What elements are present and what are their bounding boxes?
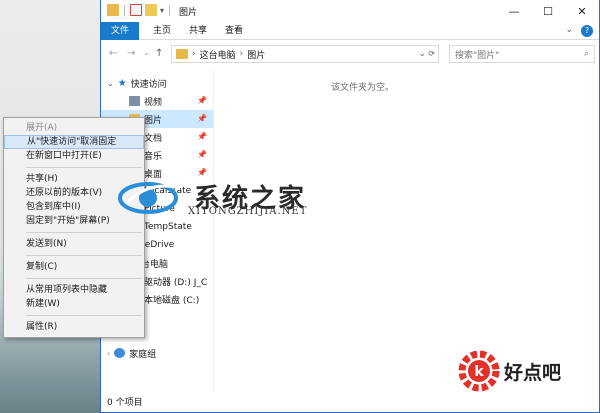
status-bar-count: 0 个项目 [107, 398, 143, 408]
tab-share[interactable]: 共享 [189, 22, 207, 40]
tab-home[interactable]: 主页 [153, 22, 171, 40]
pin-icon: 📌 [197, 114, 207, 123]
menu-separator [26, 167, 142, 168]
menu-item-expand[interactable]: 展开(A) [4, 121, 144, 135]
folder-icon [107, 4, 119, 16]
breadcrumb-this-pc[interactable]: 这台电脑 [200, 48, 236, 61]
homegroup-icon [114, 348, 126, 358]
star-icon: ★ [117, 77, 127, 89]
search-icon: ⌕ [583, 49, 589, 59]
minimize-button[interactable]: — [497, 0, 531, 22]
xitongzhijia-logo-icon [118, 182, 181, 214]
forward-button[interactable]: → [127, 48, 135, 59]
menu-item-copy[interactable]: 复制(C) [4, 260, 144, 274]
pin-icon: 📌 [197, 132, 207, 141]
nav-item-videos[interactable]: 视频 [129, 92, 162, 110]
watermark-haodianba: k 好点吧 [456, 348, 561, 394]
title-bar: ▾ 图片 — ☐ ✕ [101, 0, 599, 22]
help-icon[interactable]: ? [581, 25, 593, 37]
properties-icon[interactable] [130, 4, 142, 16]
tab-file[interactable]: 文件 [101, 22, 139, 40]
address-row: ← → ⌄ ↑ › 这台电脑 › 图片 ⌄ ⟳ 搜索"图片" ⌕ [101, 41, 599, 67]
pin-icon: 📌 [197, 96, 207, 105]
address-bar[interactable]: › 这台电脑 › 图片 [171, 45, 439, 63]
menu-item-new[interactable]: 新建(W) [4, 297, 144, 311]
menu-item-send-to[interactable]: 发送到(N) [4, 237, 144, 251]
menu-separator [26, 232, 142, 233]
pin-icon: 📌 [197, 150, 207, 159]
chevron-right-icon: › [107, 348, 111, 358]
recent-locations-icon[interactable]: ⌄ [143, 48, 150, 57]
video-icon [129, 96, 140, 106]
window-title: 图片 [179, 8, 198, 18]
svg-text:k: k [474, 364, 484, 380]
new-folder-icon[interactable] [145, 4, 157, 16]
menu-separator [26, 255, 142, 256]
watermark-subtitle: XITONGZHIJIA.NET [188, 206, 308, 217]
context-menu: 展开(A) 从"快速访问"取消固定 在新窗口中打开(E) 共享(H) 还原以前的… [3, 117, 145, 338]
menu-separator [26, 278, 142, 279]
close-button[interactable]: ✕ [565, 0, 599, 22]
menu-item-properties[interactable]: 属性(R) [4, 320, 144, 334]
watermark-brand: 好点吧 [504, 361, 562, 384]
menu-item-open-new-window[interactable]: 在新窗口中打开(E) [4, 149, 144, 163]
expand-ribbon-icon[interactable]: ⌄ [565, 25, 573, 37]
menu-separator [26, 315, 142, 316]
empty-folder-message: 该文件夹为空。 [331, 83, 395, 93]
nav-quick-access[interactable]: ⌄ ★ 快速访问 [107, 74, 167, 92]
breadcrumb-pictures[interactable]: 图片 [247, 48, 265, 61]
chevron-down-icon: ⌄ [107, 78, 114, 88]
menu-item-hide-frequent[interactable]: 从常用项列表中隐藏 [4, 283, 144, 297]
quick-access-toolbar: ▾ [107, 4, 172, 16]
menu-item-unpin-quick-access[interactable]: 从"快速访问"取消固定 [4, 135, 144, 149]
back-button[interactable]: ← [109, 48, 117, 59]
address-dropdown-icon[interactable]: ⌄ ⟳ [419, 49, 435, 58]
maximize-button[interactable]: ☐ [531, 0, 565, 22]
pictures-folder-icon [176, 49, 188, 59]
gear-logo-icon: k [458, 350, 500, 392]
nav-homegroup[interactable]: › 家庭组 [107, 344, 156, 362]
tab-view[interactable]: 查看 [225, 22, 243, 40]
up-button[interactable]: ↑ [155, 48, 163, 59]
customize-toolbar-icon[interactable]: ▾ [160, 6, 164, 15]
search-input[interactable]: 搜索"图片" ⌕ [449, 45, 595, 63]
ribbon-tabs: 文件 主页 共享 查看 ⌄ ? [101, 22, 599, 40]
